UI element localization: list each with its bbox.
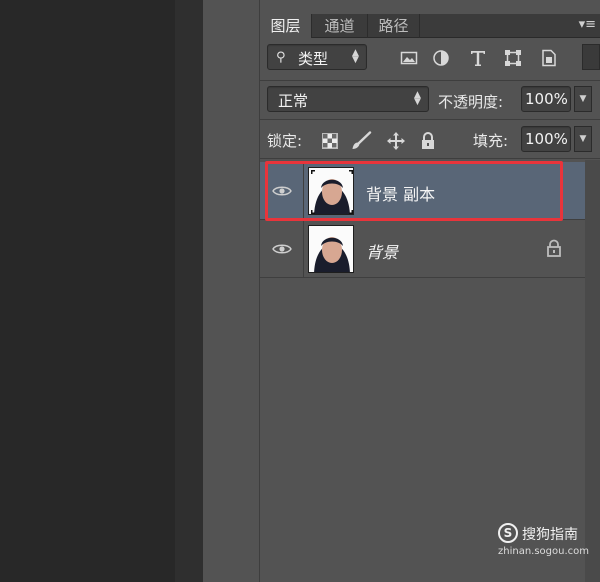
- canvas-edge: [175, 0, 203, 582]
- fill-value: 100%: [525, 130, 568, 148]
- filter-toggle-switch[interactable]: [582, 44, 600, 70]
- watermark-url: zhinan.sogou.com: [498, 546, 590, 557]
- tab-channels[interactable]: 通道: [312, 14, 368, 38]
- lock-all-icon[interactable]: [420, 131, 436, 151]
- lock-row: 锁定: 填充: 100% ▼: [260, 126, 600, 156]
- smart-object-filter-icon[interactable]: [540, 49, 558, 67]
- fill-dropdown-button[interactable]: ▼: [574, 126, 592, 152]
- layer-name[interactable]: 背景 副本: [366, 181, 435, 205]
- tab-paths[interactable]: 路径: [368, 14, 420, 38]
- document-canvas-area: [0, 0, 175, 582]
- opacity-label: 不透明度:: [438, 93, 504, 111]
- lock-paint-icon[interactable]: [350, 131, 372, 151]
- watermark: S 搜狗指南 zhinan.sogou.com: [490, 522, 590, 557]
- divider: [260, 80, 600, 81]
- layers-panel: 图层 通道 路径 ▾≡ ⚲ 类型 ▲ ▼ 正常 ▲ ▼ 不透明度: 100% ▼…: [260, 0, 600, 582]
- layers-scrollbar[interactable]: [585, 160, 600, 582]
- fill-input[interactable]: 100%: [521, 126, 571, 152]
- stepper-arrows-icon: ▲ ▼: [414, 90, 421, 107]
- adjustment-filter-icon[interactable]: [432, 49, 450, 67]
- opacity-input[interactable]: 100%: [521, 86, 571, 112]
- search-icon: ⚲: [276, 50, 286, 65]
- lock-label: 锁定:: [267, 132, 303, 150]
- divider: [260, 119, 600, 120]
- panel-dock-gutter: [203, 0, 260, 582]
- layer-thumbnail: [308, 167, 354, 215]
- blend-mode-value: 正常: [278, 92, 309, 110]
- blend-mode-select[interactable]: 正常 ▲ ▼: [267, 86, 429, 112]
- layer-filter-row: ⚲ 类型 ▲ ▼: [260, 44, 600, 74]
- shape-filter-icon[interactable]: [504, 49, 522, 67]
- visibility-column: [260, 162, 304, 220]
- layer-lock-icon[interactable]: [546, 239, 562, 257]
- visibility-column: [260, 220, 304, 278]
- filter-kind-value: 类型: [298, 50, 329, 68]
- lock-move-icon[interactable]: [386, 131, 406, 151]
- layer-row-background[interactable]: 背景: [260, 220, 600, 278]
- fill-label: 填充:: [473, 132, 509, 150]
- divider: [260, 158, 600, 159]
- blend-row: 正常 ▲ ▼ 不透明度: 100% ▼: [260, 86, 600, 116]
- watermark-brand: 搜狗指南: [522, 527, 578, 543]
- tab-layers[interactable]: 图层: [260, 14, 312, 38]
- visibility-eye-icon[interactable]: [272, 241, 292, 257]
- panel-menu-icon[interactable]: ▾≡: [579, 14, 596, 38]
- image-filter-icon[interactable]: [400, 49, 418, 67]
- layer-row-background-copy[interactable]: 背景 副本: [260, 162, 600, 220]
- layer-thumbnail: [308, 225, 354, 273]
- panel-tab-bar: 图层 通道 路径 ▾≡: [260, 14, 600, 38]
- stepper-arrows-icon: ▲ ▼: [352, 48, 359, 65]
- visibility-eye-icon[interactable]: [272, 183, 292, 199]
- opacity-dropdown-button[interactable]: ▼: [574, 86, 592, 112]
- type-filter-icon[interactable]: [469, 49, 487, 67]
- sogou-logo-icon: S: [498, 523, 518, 543]
- filter-kind-select[interactable]: ⚲ 类型 ▲ ▼: [267, 44, 367, 70]
- opacity-value: 100%: [525, 90, 568, 108]
- lock-transparent-icon[interactable]: [322, 133, 338, 149]
- layer-name[interactable]: 背景: [366, 239, 398, 263]
